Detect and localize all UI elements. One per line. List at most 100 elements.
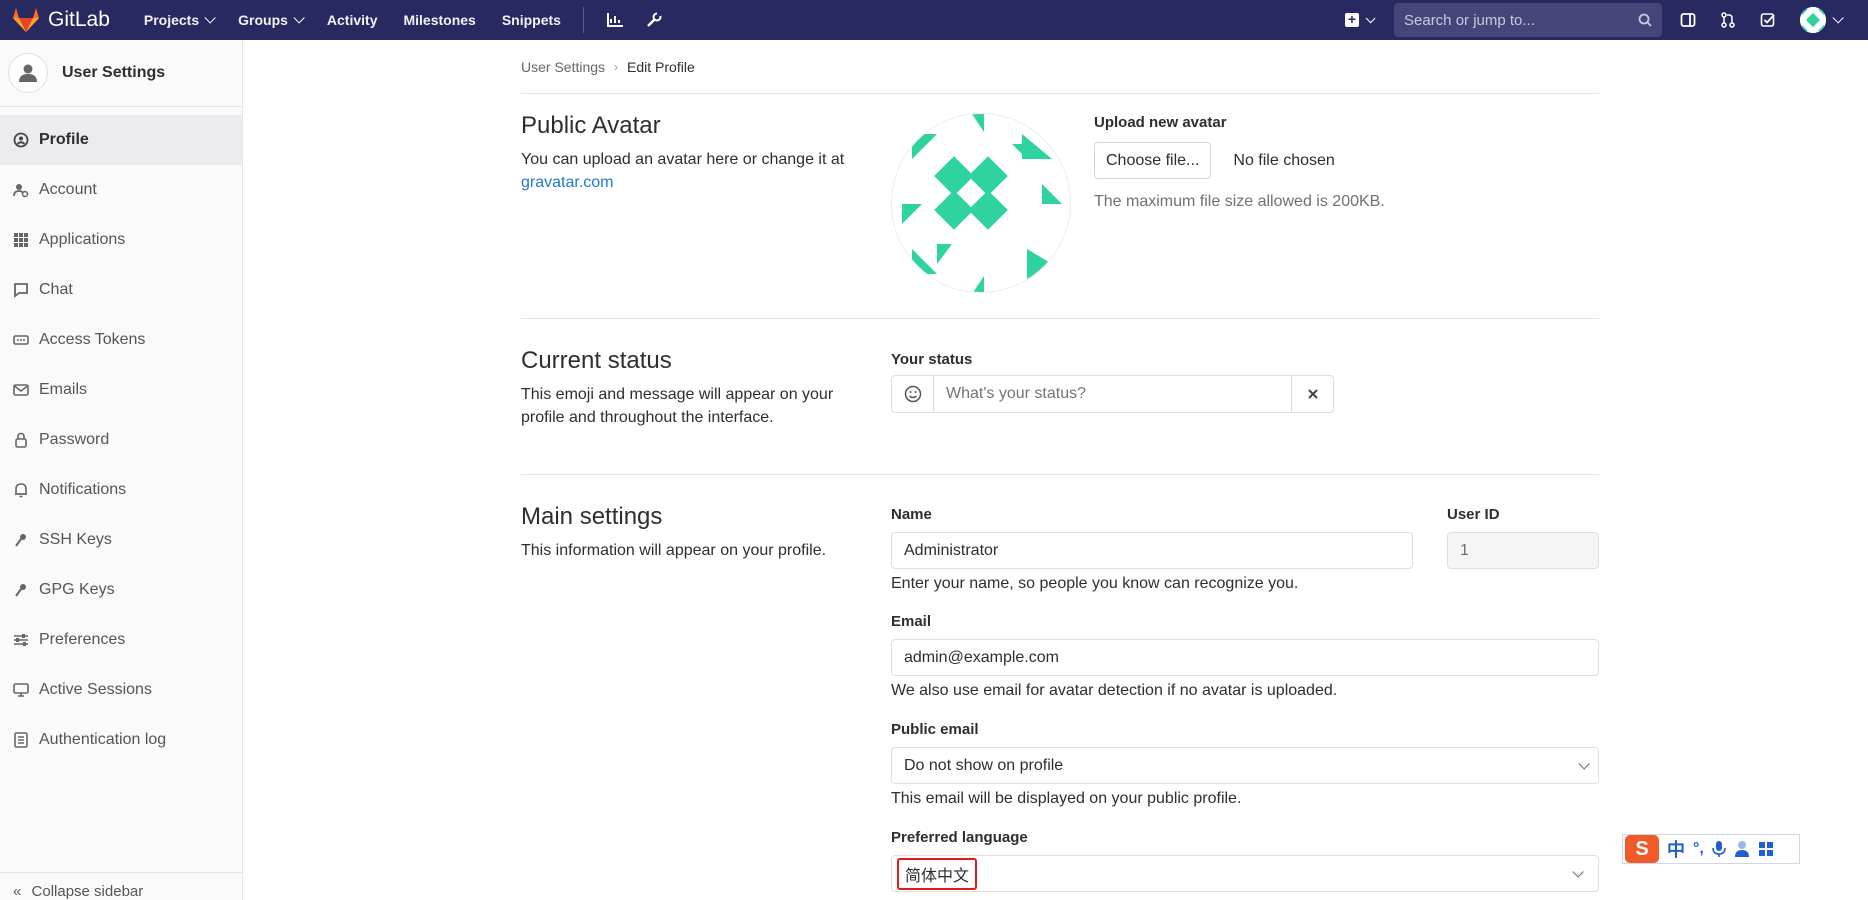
language-value: 简体中文 (897, 857, 978, 890)
sidebar-item-label: GPG Keys (39, 581, 115, 598)
sidebar-item-label: Applications (39, 231, 126, 248)
sidebar-item-label: Authentication log (39, 731, 167, 748)
todo-check-icon[interactable] (1760, 12, 1776, 28)
search-placeholder: Search or jump to... (1404, 11, 1535, 29)
log-icon (13, 732, 29, 748)
sidebar-item-label: Preferences (39, 631, 126, 648)
nav-groups-label: Groups (238, 12, 288, 28)
current-status-section: Current status This emoji and message wi… (521, 319, 1599, 475)
nav-projects[interactable]: Projects (143, 12, 216, 28)
sidebar-item-gpg-keys[interactable]: GPG Keys (0, 565, 242, 615)
email-help: We also use email for avatar detection i… (891, 682, 1338, 699)
collapse-sidebar-button[interactable]: « Collapse sidebar (0, 872, 242, 900)
mail-icon (13, 382, 29, 398)
breadcrumb-current[interactable]: Edit Profile (627, 59, 695, 75)
sidebar-item-account[interactable]: Account (0, 165, 242, 215)
search-box[interactable]: Search or jump to... (1394, 3, 1662, 37)
sidebar-item-notifications[interactable]: Notifications (0, 465, 242, 515)
sidebar-title: User Settings (62, 64, 166, 81)
ime-logo-icon[interactable]: S (1625, 835, 1659, 863)
sliders-icon (13, 632, 29, 648)
plus-square-icon: + (1345, 12, 1359, 27)
person-icon[interactable] (1734, 840, 1750, 858)
sidebar-item-label: Access Tokens (39, 331, 146, 348)
identicon-avatar-icon (892, 114, 1070, 292)
bell-icon (13, 482, 29, 498)
key-icon (13, 582, 29, 598)
sidebar-item-label: Emails (39, 381, 88, 398)
user-id-label: User ID (1447, 506, 1500, 523)
sidebar-item-profile[interactable]: Profile (0, 115, 242, 165)
section-title: Public Avatar (521, 112, 661, 139)
email-input[interactable]: admin@example.com (891, 639, 1599, 676)
sidebar-item-chat[interactable]: Chat (0, 265, 242, 315)
clear-status-button[interactable] (1291, 376, 1333, 412)
gitlab-logo[interactable]: GitLab (12, 7, 110, 33)
email-label: Email (891, 613, 932, 630)
sidebar-item-applications[interactable]: Applications (0, 215, 242, 265)
nav-projects-label: Projects (143, 12, 200, 28)
public-avatar-section: Public Avatar You can upload an avatar h… (521, 94, 1599, 319)
gitlab-tanuki-icon (13, 8, 39, 32)
chat-icon (13, 282, 29, 298)
nav-groups[interactable]: Groups (238, 12, 305, 28)
sidebar-item-active-sessions[interactable]: Active Sessions (0, 665, 242, 715)
account-icon (13, 182, 29, 198)
sidebar-item-label: Notifications (39, 481, 127, 498)
user-avatar[interactable] (1800, 7, 1826, 33)
wrench-icon[interactable] (646, 12, 662, 28)
preferred-language-select[interactable]: 简体中文 (891, 855, 1599, 892)
sidebar-item-emails[interactable]: Emails (0, 365, 242, 415)
nav-activity[interactable]: Activity (327, 12, 378, 28)
brand-name: GitLab (48, 8, 110, 31)
user-settings-avatar (8, 53, 48, 93)
nav-milestones[interactable]: Milestones (403, 12, 475, 28)
applications-icon (13, 232, 29, 248)
status-message-input[interactable] (934, 376, 1291, 412)
profile-icon (13, 132, 29, 148)
chevron-down-icon (204, 12, 216, 24)
smiley-icon (904, 385, 921, 403)
ime-language-toggle[interactable]: 中 (1667, 836, 1685, 862)
status-input-group (891, 375, 1334, 413)
preferred-language-label: Preferred language (891, 829, 1028, 846)
grid-menu-icon[interactable] (1758, 841, 1774, 857)
section-description: This information will appear on your pro… (521, 542, 827, 559)
chevron-right-icon: › (614, 59, 619, 74)
chevron-down-icon (1578, 757, 1590, 770)
chart-icon[interactable] (606, 12, 624, 28)
max-size-hint: The maximum file size allowed is 200KB. (1094, 193, 1385, 210)
navbar-right: + Search or jump to... (1345, 0, 1868, 40)
monitor-icon (13, 682, 29, 698)
sidebar-header[interactable]: User Settings (0, 40, 242, 107)
public-email-value: Do not show on profile (904, 756, 1064, 774)
chevron-down-icon (1832, 12, 1844, 24)
sidebar-item-access-tokens[interactable]: Access Tokens (0, 315, 242, 365)
ime-toolbar: S 中 °, (1622, 834, 1800, 864)
sidebar-item-authentication-log[interactable]: Authentication log (0, 715, 242, 765)
public-email-select[interactable]: Do not show on profile (891, 747, 1599, 784)
nav-snippets[interactable]: Snippets (502, 12, 561, 28)
close-icon (1307, 389, 1318, 399)
chevron-down-icon (1365, 12, 1376, 23)
gravatar-link[interactable]: gravatar.com (521, 174, 613, 191)
sidebar-item-password[interactable]: Password (0, 415, 242, 465)
choose-file-button[interactable]: Choose file... (1094, 142, 1212, 179)
merge-request-icon[interactable] (1720, 12, 1736, 28)
name-help: Enter your name, so people you know can … (891, 575, 1299, 592)
nav-activity-label: Activity (326, 12, 378, 28)
collapse-sidebar-label: Collapse sidebar (31, 883, 144, 900)
sidebar-item-ssh-keys[interactable]: SSH Keys (0, 515, 242, 565)
upload-label: Upload new avatar (1094, 114, 1227, 131)
breadcrumb-parent[interactable]: User Settings (521, 59, 605, 75)
name-input[interactable]: Administrator (891, 532, 1413, 569)
sidebar-item-label: Profile (39, 131, 89, 148)
sidebar-item-preferences[interactable]: Preferences (0, 615, 242, 665)
emoji-button[interactable] (892, 376, 934, 412)
user-icon (19, 64, 37, 82)
sidebar-item-label: SSH Keys (39, 531, 112, 548)
sidebar-toggle-icon[interactable] (1680, 12, 1696, 28)
punctuation-icon[interactable]: °, (1693, 840, 1704, 858)
microphone-icon[interactable] (1712, 840, 1726, 858)
new-dropdown-button[interactable]: + (1345, 12, 1376, 27)
